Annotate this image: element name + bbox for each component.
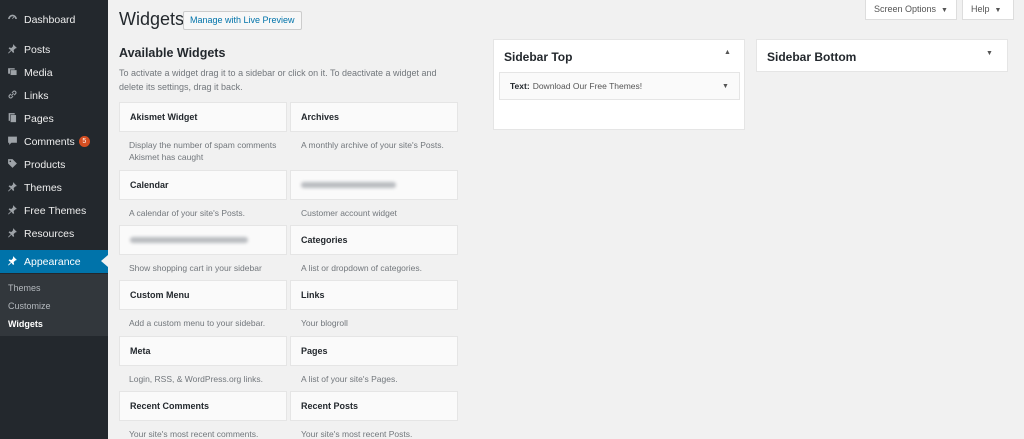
tag-icon	[0, 158, 24, 172]
menu-item-appearance[interactable]: Appearance	[0, 250, 108, 273]
widget-title: Akismet Widget	[130, 112, 198, 122]
available-widgets-description: To activate a widget drag it to a sideba…	[119, 68, 437, 92]
widget-pages[interactable]: Pages	[290, 336, 458, 366]
widget-blurred-shopping-cart[interactable]	[119, 225, 287, 255]
caret-down-icon[interactable]: ▼	[986, 50, 993, 57]
submenu-item-themes[interactable]: Themes	[8, 283, 41, 293]
menu-item-comments[interactable]: Comments 5	[0, 130, 108, 153]
menu-item-links[interactable]: Links	[0, 84, 108, 107]
page-title: Widgets	[119, 9, 185, 29]
widget-recent-comments[interactable]: Recent Comments	[119, 391, 287, 421]
brush-icon	[0, 255, 24, 269]
available-widgets-title: Available Widgets	[119, 46, 226, 60]
pin-icon	[0, 181, 24, 195]
widget-custom-menu[interactable]: Custom Menu	[119, 280, 287, 310]
caret-down-icon: ▼	[941, 7, 948, 14]
comment-icon	[0, 135, 24, 149]
menu-item-pages[interactable]: Pages	[0, 107, 108, 130]
widget-title: Recent Posts	[301, 401, 359, 411]
blurred-widget-title	[301, 182, 396, 188]
sidebar-top-title[interactable]: Sidebar Top	[504, 50, 572, 64]
menu-item-products[interactable]: Products	[0, 153, 108, 176]
widget-recent-posts[interactable]: Recent Posts	[290, 391, 458, 421]
widget-calendar[interactable]: Calendar	[119, 170, 287, 200]
sidebar-bottom-area: Sidebar Bottom ▼	[756, 39, 1008, 72]
text-widget[interactable]: Text: Download Our Free Themes! ▼	[499, 72, 740, 100]
link-icon	[0, 89, 24, 103]
widget-description: Your blogroll	[301, 318, 348, 328]
widget-title: Custom Menu	[130, 290, 190, 300]
dashboard-icon	[0, 13, 24, 27]
widget-description: Add a custom menu to your sidebar.	[129, 318, 266, 328]
widget-archives[interactable]: Archives	[290, 102, 458, 132]
widget-categories[interactable]: Categories	[290, 225, 458, 255]
appearance-submenu: Themes Customize Widgets	[0, 274, 108, 336]
submenu-item-customize[interactable]: Customize	[8, 301, 51, 311]
caret-down-icon[interactable]: ▼	[722, 83, 729, 90]
widget-description: A monthly archive of your site's Posts.	[301, 140, 444, 150]
widget-title: Meta	[130, 346, 151, 356]
pin-icon	[0, 204, 24, 218]
manage-live-preview-button[interactable]: Manage with Live Preview	[183, 11, 302, 30]
widget-description: A list of your site's Pages.	[301, 374, 398, 384]
widget-meta[interactable]: Meta	[119, 336, 287, 366]
submenu-item-widgets[interactable]: Widgets	[8, 319, 43, 329]
widget-links[interactable]: Links	[290, 280, 458, 310]
help-label: Help	[971, 4, 990, 14]
widget-title: Calendar	[130, 180, 169, 190]
widget-title: Links	[301, 290, 325, 300]
widget-description: Show shopping cart in your sidebar	[129, 263, 262, 273]
widget-title: Categories	[301, 235, 348, 245]
caret-down-icon: ▼	[994, 7, 1002, 14]
widget-instance-title: Download Our Free Themes!	[532, 81, 643, 91]
widget-type-label: Text:	[510, 81, 530, 91]
menu-item-dashboard[interactable]: Dashboard	[0, 8, 108, 31]
pin-icon	[0, 227, 24, 241]
pin-icon	[0, 43, 24, 57]
widget-description: Login, RSS, & WordPress.org links.	[129, 374, 264, 384]
sidebar-bottom-title[interactable]: Sidebar Bottom	[767, 50, 856, 64]
widget-description: A list or dropdown of categories.	[301, 263, 422, 273]
screen-options-button[interactable]: Screen Options ▼	[865, 0, 957, 20]
widget-description: Your site's most recent Posts.	[301, 429, 413, 439]
widget-akismet[interactable]: Akismet Widget	[119, 102, 287, 132]
widget-description: A calendar of your site's Posts.	[129, 208, 245, 218]
menu-item-themes[interactable]: Themes	[0, 176, 108, 199]
caret-up-icon[interactable]: ▲	[724, 49, 731, 56]
widget-description: Your site's most recent comments.	[129, 429, 259, 439]
menu-item-free-themes[interactable]: Free Themes	[0, 199, 108, 222]
pages-icon	[0, 112, 24, 126]
widget-title: Recent Comments	[130, 401, 210, 411]
sidebar-top-area: Sidebar Top ▲ Text: Download Our Free Th…	[493, 39, 745, 130]
help-button[interactable]: Help ▼	[962, 0, 1014, 20]
widget-blurred-customer-account[interactable]	[290, 170, 458, 200]
widget-title: Archives	[301, 112, 340, 122]
screen-options-label: Screen Options	[874, 4, 937, 14]
widget-title: Pages	[301, 346, 328, 356]
blurred-widget-title	[130, 237, 248, 243]
widget-description: Display the number of spam comments Akis…	[129, 140, 277, 162]
admin-menu: Dashboard Posts Media Links Pages Commen…	[0, 0, 108, 439]
media-icon	[0, 66, 24, 80]
current-menu-arrow	[101, 255, 108, 267]
comment-count-badge: 5	[78, 136, 90, 147]
menu-item-resources[interactable]: Resources	[0, 222, 108, 245]
widget-description: Customer account widget	[301, 208, 397, 218]
menu-item-media[interactable]: Media	[0, 61, 108, 84]
menu-item-posts[interactable]: Posts	[0, 38, 108, 61]
